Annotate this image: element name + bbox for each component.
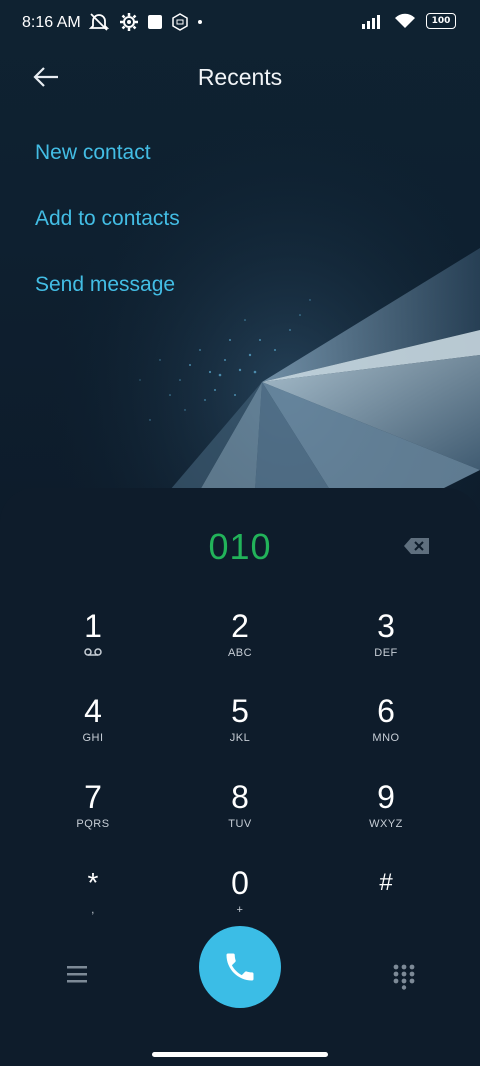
signal-icon <box>362 15 380 29</box>
key-2[interactable]: 2 ABC <box>185 607 295 677</box>
key-digit: 0 <box>231 865 249 901</box>
key-hash[interactable]: # <box>331 864 441 934</box>
dialpad-toggle-button[interactable] <box>392 964 416 990</box>
voicemail-icon <box>38 647 148 660</box>
phone-icon <box>226 953 254 981</box>
settings-icon <box>120 13 138 31</box>
status-bar: 8:16 AM 100 <box>0 0 480 48</box>
key-0[interactable]: 0 + <box>185 864 295 934</box>
key-digit: 1 <box>84 608 102 644</box>
key-3[interactable]: 3 DEF <box>331 607 441 677</box>
backspace-button[interactable] <box>403 536 431 556</box>
call-button[interactable] <box>199 926 281 1008</box>
wifi-icon <box>395 13 415 28</box>
key-digit: 8 <box>231 779 249 815</box>
key-5[interactable]: 5 JKL <box>185 692 295 762</box>
key-digit: * <box>87 867 99 898</box>
dialpad-panel: 010 1 2 ABC 3 DEF 4 GHI 5 JKL 6 MNO 7 PQ… <box>0 488 480 1066</box>
key-letters: WXYZ <box>369 818 403 830</box>
mute-icon <box>88 13 110 31</box>
key-digit: 6 <box>377 693 395 729</box>
menu-icon <box>67 966 87 983</box>
status-time: 8:16 AM <box>22 14 81 31</box>
key-digit: 4 <box>84 693 102 729</box>
new-contact-link[interactable]: New contact <box>35 141 151 165</box>
dot-icon <box>198 20 202 24</box>
status-right-icons: 100 <box>362 12 456 30</box>
key-letters: MNO <box>372 732 400 744</box>
key-digit: 5 <box>231 693 249 729</box>
header: Recents <box>0 52 480 102</box>
key-letters: JKL <box>229 732 251 744</box>
home-indicator[interactable] <box>152 1052 328 1057</box>
key-4[interactable]: 4 GHI <box>38 692 148 762</box>
nfc-icon <box>172 13 188 31</box>
backspace-icon <box>404 538 429 554</box>
key-digit: 2 <box>231 608 249 644</box>
key-8[interactable]: 8 TUV <box>185 778 295 848</box>
battery-icon: 100 <box>426 13 456 29</box>
key-star[interactable]: * , <box>38 864 148 934</box>
battery-level: 100 <box>431 16 451 26</box>
page-title: Recents <box>197 64 283 90</box>
key-digit: # <box>379 869 393 896</box>
key-6[interactable]: 6 MNO <box>331 692 441 762</box>
key-letters: TUV <box>228 818 252 830</box>
add-to-contacts-link[interactable]: Add to contacts <box>35 207 180 231</box>
status-left-icons <box>88 12 202 32</box>
key-7[interactable]: 7 PQRS <box>38 778 148 848</box>
key-letters: PQRS <box>76 818 110 830</box>
square-icon <box>148 15 162 29</box>
key-digit: 9 <box>377 779 395 815</box>
key-digit: 7 <box>84 779 102 815</box>
send-message-link[interactable]: Send message <box>35 273 175 297</box>
key-9[interactable]: 9 WXYZ <box>331 778 441 848</box>
key-letters: ABC <box>227 647 253 659</box>
key-letters: , <box>91 904 95 916</box>
menu-button[interactable] <box>64 964 90 986</box>
dialpad-icon <box>393 964 415 990</box>
key-letters: DEF <box>374 647 398 659</box>
key-letters: + <box>236 904 244 916</box>
key-1[interactable]: 1 <box>38 607 148 677</box>
key-digit: 3 <box>377 608 395 644</box>
key-letters: GHI <box>82 732 104 744</box>
